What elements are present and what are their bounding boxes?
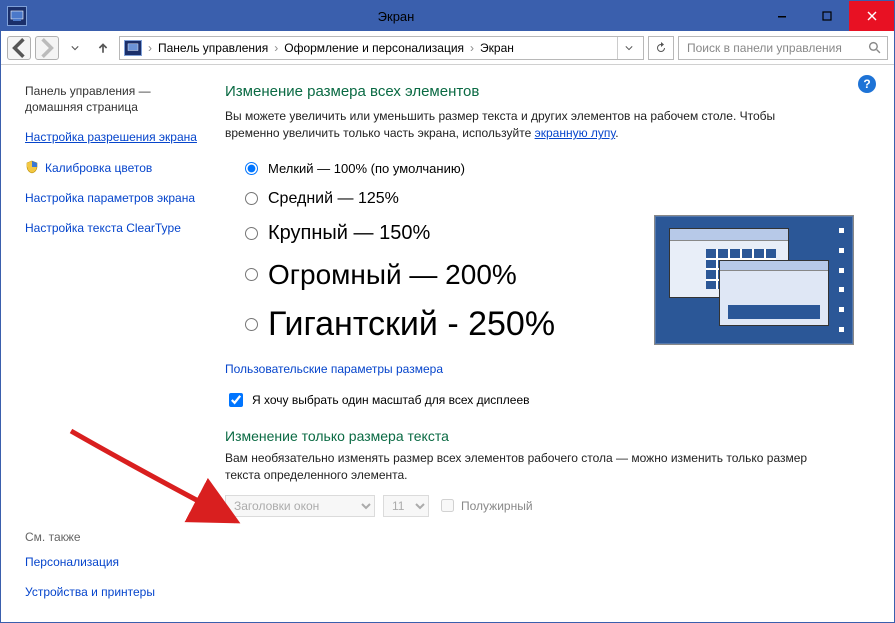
- label-small: Мелкий — 100% (по умолчанию): [268, 161, 465, 176]
- breadcrumb-chevron-icon: ›: [466, 41, 478, 55]
- text-size-select[interactable]: 11: [383, 495, 429, 517]
- label-medium: Средний — 125%: [268, 190, 399, 208]
- history-dropdown[interactable]: [63, 36, 87, 60]
- search-icon: [868, 41, 881, 54]
- custom-size-link[interactable]: Пользовательские параметры размера: [225, 362, 868, 376]
- radio-small[interactable]: [245, 162, 258, 175]
- resize-description: Вы можете увеличить или уменьшить размер…: [225, 108, 815, 143]
- breadcrumb-dropdown-icon[interactable]: [617, 36, 639, 60]
- search-input[interactable]: [685, 40, 862, 56]
- close-button[interactable]: [849, 1, 894, 31]
- heading-resize-all: Изменение размера всех элементов: [225, 83, 868, 100]
- see-also-label: См. также: [25, 530, 199, 544]
- breadcrumb-leaf[interactable]: Экран: [480, 41, 514, 55]
- refresh-button[interactable]: [648, 36, 674, 60]
- radio-medium[interactable]: [245, 192, 258, 205]
- display-preview-image: [654, 215, 854, 345]
- window-title: Экран: [33, 9, 759, 24]
- sidebar-devices-link[interactable]: Устройства и принтеры: [25, 584, 199, 600]
- text-only-description: Вам необязательно изменять размер всех э…: [225, 450, 815, 485]
- label-giant: Гигантский - 250%: [268, 305, 555, 344]
- breadcrumb-chevron-icon: ›: [144, 41, 156, 55]
- sidebar-resolution-link[interactable]: Настройка разрешения экрана: [25, 129, 199, 145]
- text-element-select[interactable]: Заголовки окон: [225, 495, 375, 517]
- control-panel-icon: [124, 40, 142, 56]
- sidebar-cleartype-link[interactable]: Настройка текста ClearType: [25, 220, 199, 236]
- sidebar-calibration-link[interactable]: Калибровка цветов: [45, 160, 152, 176]
- sidebar-personalization-link[interactable]: Персонализация: [25, 554, 199, 570]
- sidebar-home-link[interactable]: Панель управления — домашняя страница: [25, 83, 199, 115]
- single-scale-checkbox[interactable]: [229, 393, 243, 407]
- label-large: Крупный — 150%: [268, 222, 430, 245]
- label-huge: Огромный — 200%: [268, 259, 517, 291]
- window-titlebar: Экран: [1, 1, 894, 31]
- sidebar: Панель управления — домашняя страница На…: [1, 65, 211, 622]
- bold-label: Полужирный: [461, 499, 533, 513]
- breadcrumb-bar[interactable]: › Панель управления › Оформление и персо…: [119, 36, 644, 60]
- search-box[interactable]: [678, 36, 888, 60]
- radio-huge[interactable]: [245, 268, 258, 281]
- system-menu-icon[interactable]: [7, 6, 27, 26]
- back-button[interactable]: [7, 36, 31, 60]
- up-button[interactable]: [91, 36, 115, 60]
- sidebar-params-link[interactable]: Настройка параметров экрана: [25, 190, 199, 206]
- heading-text-only: Изменение только размера текста: [225, 428, 868, 444]
- radio-large[interactable]: [245, 227, 258, 240]
- breadcrumb-root[interactable]: Панель управления: [158, 41, 268, 55]
- help-icon[interactable]: ?: [858, 75, 876, 93]
- bold-checkbox[interactable]: [441, 499, 454, 512]
- breadcrumb-chevron-icon: ›: [270, 41, 282, 55]
- single-scale-label: Я хочу выбрать один масштаб для всех дис…: [252, 393, 530, 407]
- shield-icon: [25, 160, 39, 174]
- magnifier-link[interactable]: экранную лупу: [535, 126, 616, 140]
- breadcrumb-mid[interactable]: Оформление и персонализация: [284, 41, 464, 55]
- radio-giant[interactable]: [245, 318, 258, 331]
- maximize-button[interactable]: [804, 1, 849, 31]
- nav-bar: › Панель управления › Оформление и персо…: [1, 31, 894, 65]
- main-panel: ? Изменение размера всех элементов Вы мо…: [211, 65, 894, 622]
- minimize-button[interactable]: [759, 1, 804, 31]
- forward-button[interactable]: [35, 36, 59, 60]
